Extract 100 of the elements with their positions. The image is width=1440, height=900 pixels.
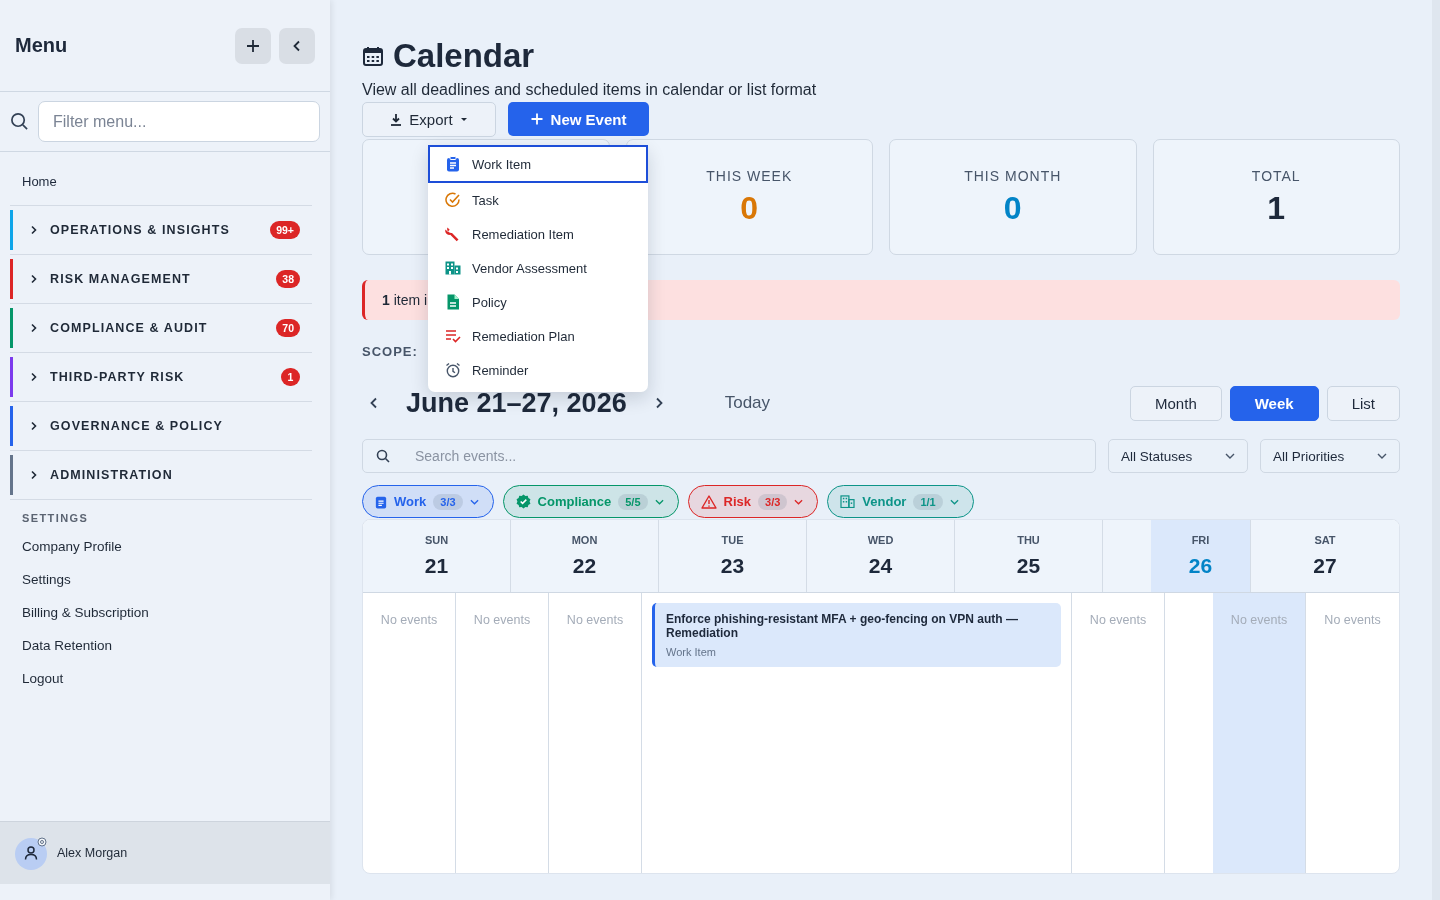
event-card[interactable]: Enforce phishing-resistant MFA + geo-fencing on VPN auth — Remediation Work Item: [652, 603, 1061, 667]
event-title: Enforce phishing-resistant MFA + geo-fencing on VPN auth — Remediation: [666, 612, 1019, 640]
chevron-down-icon: [949, 498, 959, 505]
empty-note: No events: [473, 613, 531, 627]
empty-note: No events: [1089, 613, 1147, 627]
section-label: GOVERNANCE & POLICY: [50, 419, 224, 433]
weekday-label: SUN: [424, 534, 449, 546]
filter-chip[interactable]: Work 3/3: [362, 485, 494, 518]
plus-icon: [530, 113, 543, 125]
page-subtitle: View all deadlines and scheduled items in calendar or list format: [362, 81, 818, 99]
building-icon: [840, 495, 856, 508]
nav-section[interactable]: ADMINISTRATION: [10, 455, 312, 495]
count-badge: 1: [281, 368, 300, 386]
weekday-label: MON: [571, 534, 598, 546]
user-bar[interactable]: Alex Morgan: [0, 821, 330, 884]
menu-item[interactable]: Task: [428, 183, 648, 217]
stat-value: 0: [740, 189, 759, 227]
chevron-right-icon: [654, 397, 663, 409]
clipboard-icon: [375, 494, 387, 509]
nav-section[interactable]: COMPLIANCE & AUDIT 70: [10, 308, 312, 348]
alert-text: 1 item i: [382, 292, 428, 308]
status-dropdown[interactable]: All Statuses: [1108, 439, 1248, 473]
page-title: Calendar: [393, 36, 535, 76]
view-tab[interactable]: List: [1326, 385, 1400, 421]
search-field[interactable]: Search events...: [362, 439, 1096, 473]
stat-label: THIS MONTH: [964, 167, 1062, 184]
nav-item[interactable]: Data Retention: [10, 629, 125, 662]
menu-item[interactable]: Remediation Plan: [428, 319, 648, 353]
caret-icon: [459, 117, 468, 122]
check-badge-icon: [515, 494, 531, 509]
stat-value: 1: [1267, 189, 1286, 227]
day-number: 21: [424, 554, 449, 578]
plus-icon: [246, 38, 260, 53]
filter-field[interactable]: Filter menu...: [38, 101, 320, 142]
nav-item[interactable]: Settings: [10, 563, 83, 596]
stat-label: THIS WEEK: [706, 167, 793, 184]
new-event-button[interactable]: New Event: [508, 102, 649, 136]
nav-item[interactable]: Home: [10, 152, 69, 205]
user-name: Alex Morgan: [57, 846, 128, 860]
day-number: 22: [572, 554, 597, 578]
nav-item[interactable]: Billing & Subscription: [10, 596, 161, 629]
alarm-clock-icon: [445, 362, 461, 378]
download-icon: [390, 113, 403, 126]
section-label: THIRD-PARTY RISK: [50, 370, 186, 384]
day-number: 25: [1016, 554, 1041, 578]
chevron-left-icon: [370, 397, 378, 409]
calendar-icon: [362, 45, 384, 67]
count-badge: 38: [276, 270, 300, 288]
sidebar-title: Menu: [15, 34, 68, 57]
weekday-label: SAT: [1314, 534, 1336, 546]
nav-item[interactable]: Company Profile: [10, 530, 134, 563]
today-button[interactable]: Today: [718, 392, 777, 414]
stat-label: TOTAL: [1251, 167, 1301, 184]
scope-label: SCOPE:: [362, 344, 418, 359]
empty-note: No events: [566, 613, 624, 627]
day-number: 23: [720, 554, 745, 578]
chevron-icon: [30, 372, 38, 382]
section-label: ADMINISTRATION: [50, 468, 174, 482]
search-icon: [376, 449, 390, 463]
date-range: June 21–27, 2026: [406, 388, 627, 418]
count-badge: 70: [276, 319, 300, 337]
nav-section[interactable]: GOVERNANCE & POLICY: [10, 406, 312, 446]
event-type: Work Item: [666, 646, 717, 658]
day-number: 27: [1313, 554, 1337, 578]
menu-item[interactable]: Reminder: [428, 353, 648, 387]
weekday-label: TUE: [721, 534, 744, 546]
section-label: RISK MANAGEMENT: [50, 272, 192, 286]
export-button[interactable]: Export: [362, 102, 496, 137]
chevron-down-icon: [794, 498, 804, 505]
chevron-down-icon: [654, 498, 664, 505]
day-number: 24: [868, 554, 893, 578]
view-tab[interactable]: Week: [1229, 385, 1319, 421]
chevron-icon: [30, 470, 38, 480]
chevron-icon: [30, 274, 38, 284]
avatar-icon: [15, 836, 49, 870]
count-badge: 99+: [270, 221, 300, 239]
nav-section[interactable]: OPERATIONS & INSIGHTS 99+: [10, 210, 312, 250]
add-button[interactable]: [235, 27, 271, 64]
weekday-label: FRI: [1191, 534, 1210, 546]
menu-item[interactable]: Policy: [428, 285, 648, 319]
priority-dropdown[interactable]: All Priorities: [1260, 439, 1400, 473]
nav-section[interactable]: RISK MANAGEMENT 38: [10, 259, 312, 299]
nav-section[interactable]: THIRD-PARTY RISK 1: [10, 357, 312, 397]
building-icon: [445, 261, 461, 275]
menu-item[interactable]: Remediation Item: [428, 217, 648, 251]
document-icon: [445, 294, 461, 310]
view-tab[interactable]: Month: [1130, 385, 1222, 421]
day-number: 26: [1188, 554, 1213, 578]
settings-heading: SETTINGS: [21, 511, 90, 526]
empty-note: No events: [1230, 613, 1288, 627]
chevron-down-icon: [1377, 453, 1387, 459]
chevron-icon: [30, 225, 38, 235]
search-icon: [10, 112, 29, 131]
menu-item[interactable]: Vendor Assessment: [428, 251, 648, 285]
menu-item[interactable]: Work Item: [428, 145, 648, 183]
nav-item[interactable]: Logout: [10, 662, 76, 695]
warning-icon: [700, 494, 717, 509]
weekday-label: THU: [1017, 534, 1040, 546]
section-label: COMPLIANCE & AUDIT: [50, 321, 209, 335]
chevron-icon: [30, 323, 38, 333]
